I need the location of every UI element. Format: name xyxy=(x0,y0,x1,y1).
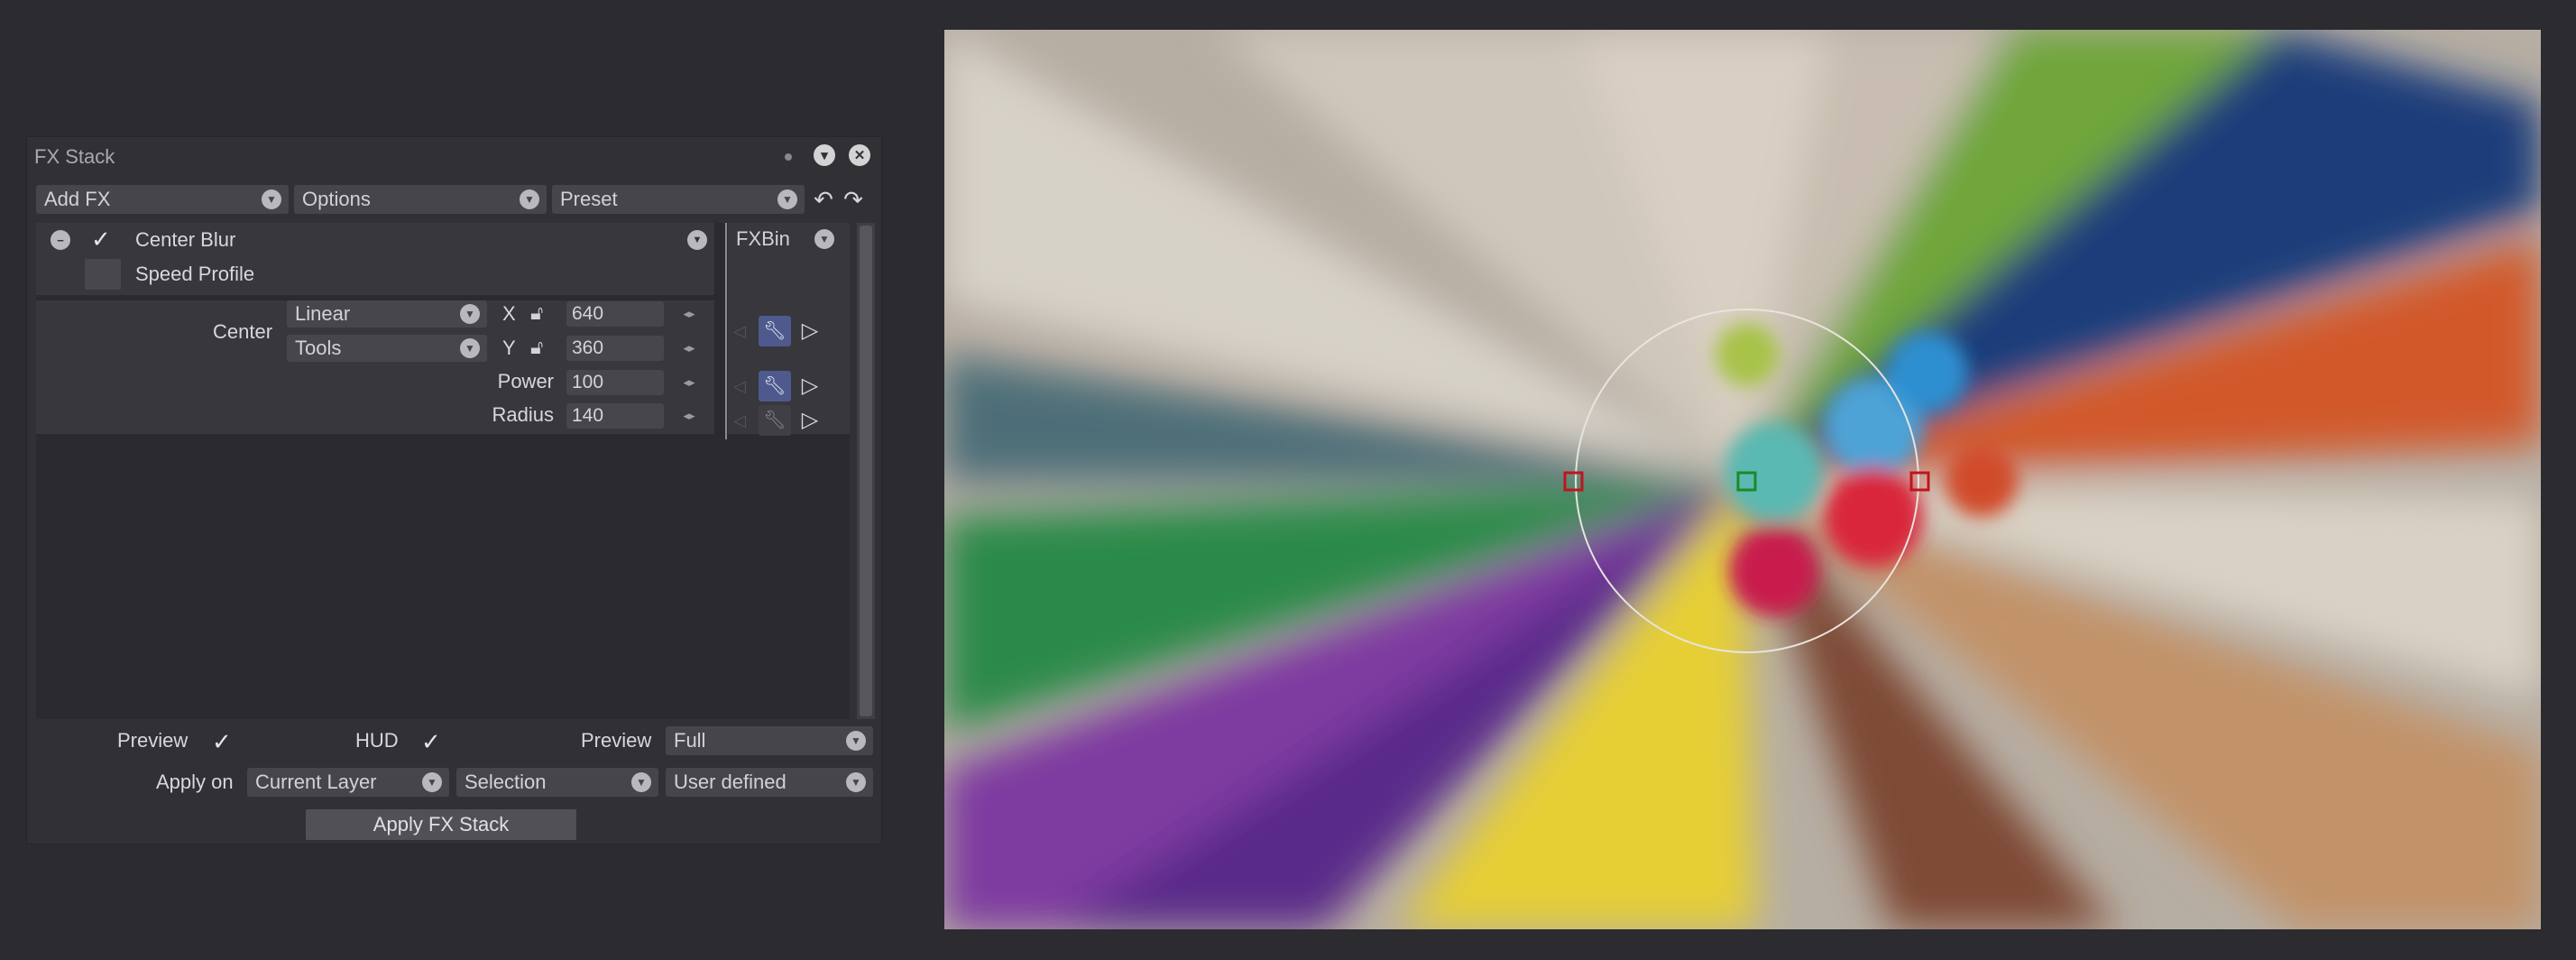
chevron-down-icon: ▼ xyxy=(846,772,866,792)
preset-label: Preset xyxy=(560,188,618,210)
center-tools-label: Tools xyxy=(295,337,342,359)
user-defined-dropdown[interactable]: User defined ▼ xyxy=(666,768,873,797)
x-spinner[interactable]: ◂▸ xyxy=(676,301,702,327)
keyframe-next-icon[interactable]: ▷ xyxy=(799,316,821,346)
radius-label: Radius xyxy=(492,403,554,426)
add-fx-label: Add FX xyxy=(44,188,111,210)
selection-value: Selection xyxy=(465,771,547,793)
center-wrench-icon[interactable]: 🔧︎ xyxy=(759,316,791,346)
fxbin-label: FXBin xyxy=(736,227,790,250)
chevron-down-icon: ▼ xyxy=(460,338,480,358)
fx-enabled-checkmark-icon[interactable]: ✓ xyxy=(91,227,111,251)
apply-on-label: Apply on xyxy=(156,771,234,793)
hud-label: HUD xyxy=(355,729,399,752)
y-field[interactable]: 360 xyxy=(566,336,664,361)
preview-mode-label: Preview xyxy=(581,729,652,752)
close-icon[interactable]: ✕ xyxy=(849,144,870,166)
power-spinner[interactable]: ◂▸ xyxy=(676,370,702,395)
panel-titlebar[interactable]: FX Stack ▾ ✕ xyxy=(27,137,881,173)
stack-scrollbar-thumb[interactable] xyxy=(860,226,872,716)
preview-mode-dropdown[interactable]: Full ▼ xyxy=(666,726,873,755)
panel-dot-icon xyxy=(785,153,792,161)
fxbin-dropdown[interactable]: FXBin ▼ xyxy=(728,225,840,254)
x-field[interactable]: 640 xyxy=(566,301,664,327)
chevron-down-icon: ▼ xyxy=(520,189,539,209)
fx-stack-list: − ✓ Center Blur ▼ Speed Profile FXBin ▼ … xyxy=(36,223,850,719)
collapse-icon[interactable]: ▾ xyxy=(814,144,835,166)
apply-fx-stack-button[interactable]: Apply FX Stack xyxy=(306,809,576,840)
speed-profile-label: Speed Profile xyxy=(135,263,255,285)
keyframe-prev-icon[interactable]: ◁ xyxy=(731,408,749,433)
lock-icon[interactable]: 🔓︎ xyxy=(530,336,543,359)
center-label: Center xyxy=(213,320,273,343)
chevron-down-icon: ▼ xyxy=(777,189,797,209)
chevron-down-icon: ▼ xyxy=(262,189,281,209)
lock-icon[interactable]: 🔓︎ xyxy=(530,301,543,325)
add-fx-dropdown[interactable]: Add FX ▼ xyxy=(36,185,289,214)
preview-label: Preview xyxy=(117,729,189,752)
power-wrench-icon[interactable]: 🔧︎ xyxy=(759,371,791,402)
selection-dropdown[interactable]: Selection ▼ xyxy=(456,768,658,797)
preset-dropdown[interactable]: Preset ▼ xyxy=(552,185,805,214)
y-label: Y xyxy=(502,337,516,359)
radius-wrench-icon[interactable]: 🔧︎ xyxy=(759,405,791,436)
chevron-down-icon: ▼ xyxy=(846,731,866,751)
panel-title: FX Stack xyxy=(34,145,115,168)
hud-checkmark-icon[interactable]: ✓ xyxy=(421,730,441,753)
column-divider xyxy=(725,223,727,439)
preview-mode-value: Full xyxy=(674,729,706,752)
x-label: X xyxy=(502,302,516,325)
center-tools-dropdown[interactable]: Tools ▼ xyxy=(287,335,487,362)
apply-on-dropdown[interactable]: Current Layer ▼ xyxy=(247,768,449,797)
options-dropdown[interactable]: Options ▼ xyxy=(294,185,547,214)
fx-params: Center Linear ▼ Tools ▼ X 🔓︎ 640 ◂▸ Y 🔓︎… xyxy=(36,300,714,434)
fx-collapse-icon[interactable]: − xyxy=(51,230,70,250)
preview-checkmark-icon[interactable]: ✓ xyxy=(212,730,232,753)
power-label: Power xyxy=(497,370,554,392)
radius-field[interactable]: 140 xyxy=(566,403,664,429)
power-field[interactable]: 100 xyxy=(566,370,664,395)
keyframe-next-icon[interactable]: ▷ xyxy=(799,405,821,436)
radius-spinner[interactable]: ◂▸ xyxy=(676,403,702,429)
center-mode-label: Linear xyxy=(295,302,351,325)
options-label: Options xyxy=(302,188,371,210)
redo-icon[interactable]: ↷ xyxy=(840,186,867,213)
keyframe-next-icon[interactable]: ▷ xyxy=(799,371,821,402)
speed-profile-checkbox[interactable] xyxy=(85,259,121,290)
fx-stack-panel: FX Stack ▾ ✕ Add FX ▼ Options ▼ Preset ▼… xyxy=(26,136,882,845)
keyframe-prev-icon[interactable]: ◁ xyxy=(731,374,749,399)
chevron-down-icon: ▼ xyxy=(814,229,834,249)
y-spinner[interactable]: ◂▸ xyxy=(676,336,702,361)
undo-icon[interactable]: ↶ xyxy=(810,186,837,213)
keyframe-prev-icon[interactable]: ◁ xyxy=(731,318,749,344)
fx-item-header: − ✓ Center Blur ▼ Speed Profile xyxy=(36,223,714,295)
chevron-down-icon: ▼ xyxy=(631,772,651,792)
apply-on-value: Current Layer xyxy=(255,771,377,793)
chevron-down-icon: ▼ xyxy=(460,304,480,324)
center-mode-dropdown[interactable]: Linear ▼ xyxy=(287,300,487,328)
fx-name: Center Blur xyxy=(135,228,236,251)
user-defined-value: User defined xyxy=(674,771,787,793)
preview-canvas[interactable] xyxy=(944,30,2541,929)
blurred-image xyxy=(944,30,2541,929)
fx-menu-chevron-down-icon[interactable]: ▼ xyxy=(687,230,707,250)
chevron-down-icon: ▼ xyxy=(422,772,442,792)
